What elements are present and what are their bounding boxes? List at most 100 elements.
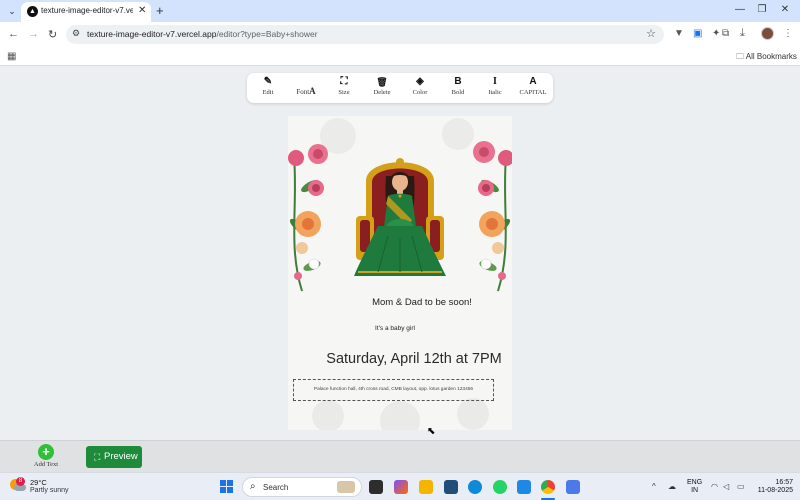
start-button[interactable] [220, 480, 233, 493]
editor-bottom-bar: + Add Text ⛶ Preview [0, 440, 800, 472]
forward-icon[interactable]: → [28, 28, 39, 40]
edit-icon: ✎ [263, 76, 273, 87]
taskbar-search[interactable]: ⌕ Search [242, 477, 362, 497]
color-label: Color [412, 89, 428, 96]
search-placeholder: Search [263, 483, 289, 492]
bookmarks-bar: ▦ 🗀 All Bookmarks [0, 47, 800, 66]
star-icon[interactable]: ☆ [646, 27, 656, 40]
whatsapp-icon[interactable] [493, 480, 507, 494]
close-tab-icon[interactable]: ✕ [138, 5, 146, 16]
edge-icon[interactable] [468, 480, 482, 494]
address-bar[interactable]: ⚙ texture-image-editor-v7.vercel.app/edi… [66, 25, 664, 44]
url-text: texture-image-editor-v7.vercel.app/edito… [87, 29, 318, 39]
left-floral-decoration [288, 144, 328, 292]
fullscreen-icon: ⛶ [94, 452, 101, 462]
plus-icon: + [38, 444, 54, 460]
tab-title: texture-image-editor-v7.vercel.app [41, 6, 133, 15]
volume-icon[interactable]: ◁ [723, 482, 729, 491]
meeting-app-icon[interactable] [566, 480, 580, 494]
back-icon[interactable]: ← [8, 28, 19, 40]
window-close-icon[interactable]: ✕ [778, 4, 792, 15]
size-label: Size [338, 89, 350, 96]
italic-label: Italic [488, 89, 502, 96]
partly-sunny-icon: 8 [10, 477, 26, 493]
chevron-up-icon[interactable]: ^ [652, 482, 656, 491]
bold-label: Bold [451, 89, 465, 96]
all-bookmarks-button[interactable]: 🗀 All Bookmarks [736, 51, 797, 65]
url-host: texture-image-editor-v7.vercel.app [87, 29, 217, 39]
language-indicator[interactable]: ENG IN [687, 479, 702, 495]
extensions-icon[interactable]: ⧉ [722, 28, 729, 39]
onedrive-icon[interactable]: ☁ [668, 482, 676, 491]
invitation-card[interactable]: Mom & Dad to be soon! It's a baby girl S… [288, 116, 512, 430]
notification-badge: 8 [16, 477, 25, 486]
bold-button[interactable]: B Bold [438, 76, 478, 96]
wifi-icon[interactable]: ◠ [711, 482, 718, 491]
card-headline[interactable]: Mom & Dad to be soon! [288, 297, 512, 308]
browser-tab[interactable]: ▲ texture-image-editor-v7.vercel.app ✕ [21, 2, 151, 22]
trash-icon: 🗑 [376, 77, 388, 87]
new-tab-icon[interactable]: + [156, 3, 164, 18]
delete-button[interactable]: 🗑 Delete [362, 76, 402, 96]
file-explorer-icon[interactable] [419, 480, 433, 494]
paint-bucket-icon: ◈ [416, 76, 424, 87]
system-clock[interactable]: 16:57 11-08-2025 [755, 479, 793, 495]
vscode-icon[interactable] [517, 480, 531, 494]
card-subline[interactable]: It's a baby girl [288, 325, 502, 332]
card-event-date[interactable]: Saturday, April 12th at 7PM [302, 351, 512, 367]
maximize-icon[interactable]: ❐ [755, 4, 769, 15]
size-button[interactable]: ⛶ Size [324, 76, 364, 96]
task-view-icon[interactable] [369, 480, 383, 494]
selected-text-box[interactable]: Palace function hall, 4th cross road, CM… [293, 379, 494, 401]
avatar[interactable] [761, 27, 774, 40]
store-icon[interactable] [444, 480, 458, 494]
url-path: /editor?type=Baby+shower [216, 29, 318, 39]
site-info-icon[interactable]: ⚙ [72, 28, 80, 39]
capital-button[interactable]: A CAPITAL [513, 76, 553, 96]
italic-icon: I [493, 76, 497, 87]
delete-label: Delete [373, 89, 391, 96]
preview-button[interactable]: ⛶ Preview [86, 446, 142, 468]
size-icon: ⛶ [340, 76, 348, 87]
card-address[interactable]: Palace function hall, 4th cross road, CM… [294, 387, 493, 392]
reload-icon[interactable]: ↻ [48, 28, 57, 41]
editor-toolbar: ✎ Edit FontA ⛶ Size 🗑 Delete ◈ Color B B… [247, 73, 553, 103]
copilot-icon[interactable] [394, 480, 408, 494]
browser-toolbar: ← → ↻ ⚙ texture-image-editor-v7.vercel.a… [0, 22, 800, 47]
language-bottom: IN [691, 487, 699, 494]
add-text-label: Add Text [33, 461, 59, 468]
temperature: 29°C [30, 478, 47, 487]
capital-label: CAPITAL [519, 89, 547, 96]
menu-icon[interactable]: ⋮ [783, 28, 793, 39]
apps-icon[interactable]: ▦ [7, 51, 16, 62]
font-button[interactable]: FontA [286, 76, 326, 96]
folder-icon: 🗀 [736, 52, 744, 61]
clock-date: 11-08-2025 [757, 487, 793, 494]
weather-condition: Partly sunny [30, 487, 69, 494]
font-label: FontA [286, 86, 326, 96]
download-icon[interactable]: ⤓ [740, 27, 745, 40]
battery-icon[interactable]: ▭ [737, 482, 745, 491]
search-icon: ⌕ [250, 481, 256, 492]
tab-list-icon[interactable]: ⌄ [6, 5, 18, 17]
italic-button[interactable]: I Italic [475, 76, 515, 96]
chrome-icon[interactable] [541, 480, 555, 494]
add-text-button[interactable]: + Add Text [30, 444, 62, 468]
editor-canvas-area: ✎ Edit FontA ⛶ Size 🗑 Delete ◈ Color B B… [0, 66, 800, 440]
right-floral-decoration [473, 141, 512, 292]
font-label-text: Font [296, 88, 310, 96]
clock-time: 16:57 [775, 479, 793, 486]
extension-shield-icon[interactable]: ▼ [674, 28, 684, 39]
windows-taskbar: 8 29°C Partly sunny ⌕ Search ^ ☁ ENG IN … [0, 472, 800, 500]
extension-ai-icon[interactable]: ✦ [712, 28, 720, 39]
extension-media-icon[interactable]: ▣ [693, 28, 702, 39]
all-bookmarks-label: All Bookmarks [745, 52, 797, 61]
color-button[interactable]: ◈ Color [400, 76, 440, 96]
site-favicon-icon: ▲ [27, 6, 38, 17]
preview-label: Preview [104, 451, 138, 462]
tab-strip: ⌄ ▲ texture-image-editor-v7.vercel.app ✕… [0, 0, 800, 22]
minimize-icon[interactable]: — [733, 4, 747, 15]
language-top: ENG [687, 479, 703, 486]
search-highlight-icon [337, 481, 355, 493]
edit-button[interactable]: ✎ Edit [248, 76, 288, 96]
